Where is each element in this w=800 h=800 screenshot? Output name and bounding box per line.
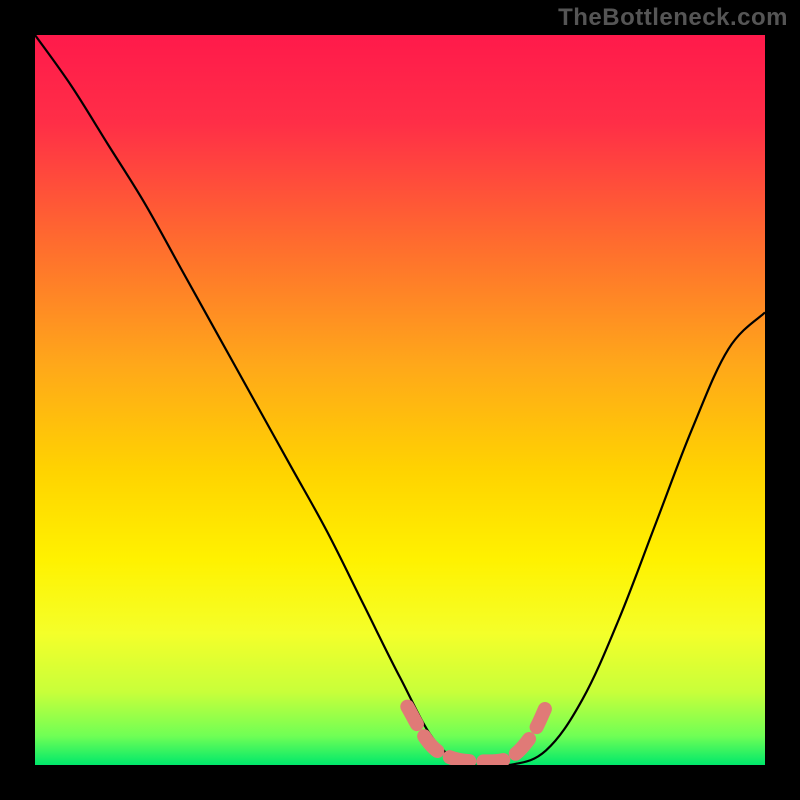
watermark-text: TheBottleneck.com [558,4,788,32]
chart-svg [0,0,800,800]
plot-background [35,35,765,765]
chart-frame: TheBottleneck.com [0,0,800,800]
